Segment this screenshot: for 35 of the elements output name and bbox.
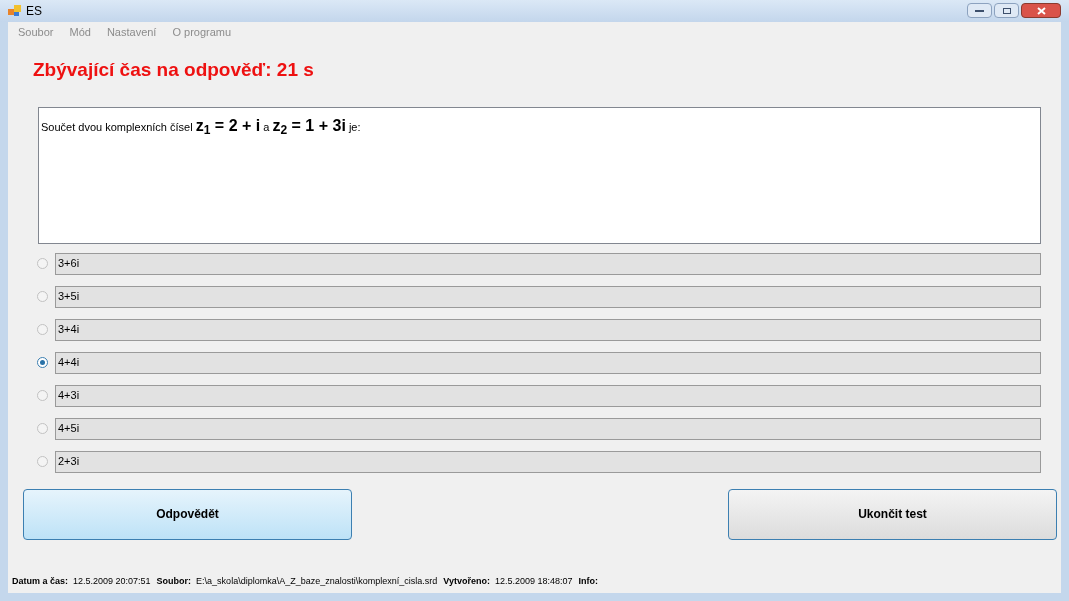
close-icon — [1036, 6, 1046, 15]
maximize-button[interactable] — [994, 3, 1019, 18]
window-title: ES — [26, 3, 42, 20]
menu-item[interactable]: Nastavení — [106, 23, 157, 41]
radio-button[interactable] — [37, 357, 48, 368]
status-value: 12.5.2009 18:48:07 — [494, 575, 573, 589]
status-label: Datum a čas: — [12, 575, 69, 589]
status-value: 12.5.2009 20:07:51 — [73, 575, 151, 589]
menu-item[interactable]: Soubor — [18, 23, 54, 41]
minimize-button[interactable] — [967, 3, 992, 18]
close-button[interactable] — [1021, 3, 1061, 18]
radio-button[interactable] — [37, 390, 48, 401]
radio-button[interactable] — [37, 324, 48, 335]
radio-button[interactable] — [37, 258, 48, 269]
status-label: Vytvořeno: — [443, 575, 490, 589]
answer-field: 4+5i — [55, 417, 1041, 440]
app-icon — [8, 5, 22, 17]
timer-label: Zbývající čas na odpověď: 21 s — [33, 58, 315, 82]
action-button[interactable]: Ukončit test — [728, 488, 1057, 540]
action-button[interactable]: Odpovědět — [23, 488, 352, 540]
radio-button[interactable] — [37, 456, 48, 467]
answer-field: 4+4i — [55, 351, 1041, 374]
radio-button[interactable] — [37, 423, 48, 434]
menu-item[interactable]: Mód — [69, 23, 91, 41]
status-label: Info: — [578, 575, 598, 589]
menu-item[interactable]: O programu — [172, 23, 232, 41]
answer-field: 4+3i — [55, 384, 1041, 407]
status-value: E:\a_skola\diplomka\A_Z_baze_znalosti\komplexní_cisla.srd — [196, 575, 438, 589]
answer-field: 2+3i — [55, 450, 1041, 473]
status-label: Soubor: — [156, 575, 192, 589]
answer-field: 3+4i — [55, 318, 1041, 341]
question-box: Součet dvou komplexních čísel z$_{1}$ = 2 + i a z$_{2}$ = 1 + 3i je: — [38, 106, 1041, 244]
answer-field: 3+5i — [55, 285, 1041, 308]
radio-button[interactable] — [37, 291, 48, 302]
answer-field: 3+6i — [55, 252, 1041, 275]
